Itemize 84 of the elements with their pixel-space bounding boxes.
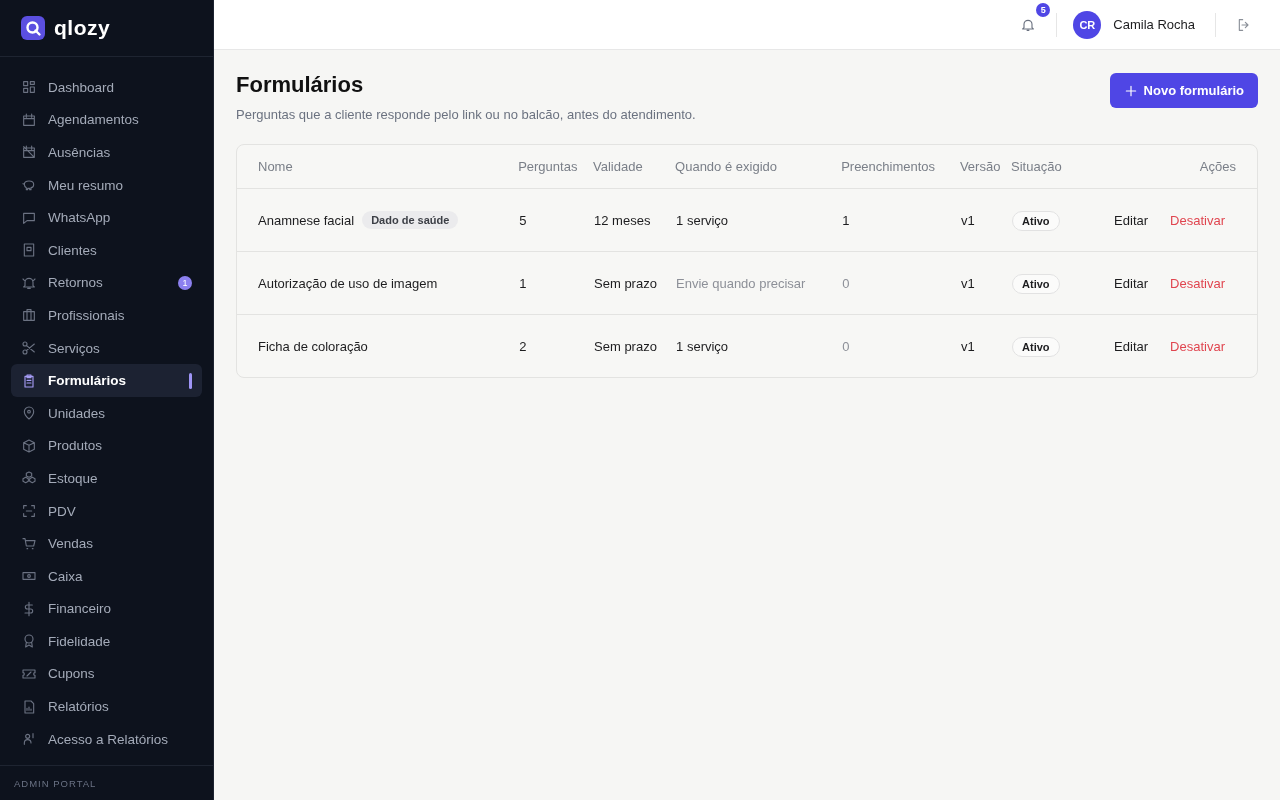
sidebar-item[interactable]: Unidades [11, 396, 202, 430]
user-avatar[interactable]: CR [1073, 10, 1102, 39]
page-title: Formulários [236, 72, 365, 98]
user-chart-icon [21, 731, 37, 748]
sidebar-item[interactable]: WhatsApp [11, 201, 202, 234]
table-cell: v1 [960, 212, 975, 228]
deactivate-link[interactable]: Desativar [1170, 338, 1225, 354]
map-pin-icon [21, 405, 37, 422]
table-cell: 0 [842, 338, 850, 354]
sidebar-item[interactable]: Agendamentos [11, 103, 202, 137]
table-cell: 1 [842, 212, 850, 228]
sidebar-item[interactable]: Ausências [11, 136, 202, 169]
column-header: Quando é exigido [675, 145, 842, 189]
table-cell: Sem prazo [594, 275, 657, 291]
logo-icon [21, 16, 45, 40]
table-cell: Sem prazo [594, 338, 657, 354]
deactivate-link[interactable]: Desativar [1170, 212, 1225, 228]
sidebar-item[interactable]: Financeiro [11, 592, 202, 626]
column-header: Nome [237, 145, 519, 189]
table-cell: 1 serviço [676, 212, 729, 228]
form-name: Anamnese facial [258, 212, 355, 228]
sidebar-item[interactable]: PDV [11, 494, 202, 528]
count-badge: 1 [178, 275, 192, 290]
page-subtitle: Perguntas que a cliente responde pelo link ou no balcão, antes do atendimento. [236, 107, 696, 122]
sidebar-item[interactable]: Produtos [11, 429, 202, 463]
column-header: Ações [1075, 145, 1257, 189]
table-cell: v1 [960, 275, 975, 291]
table-cell: 1 serviço [676, 338, 729, 354]
sidebar-item[interactable]: Acesso a Relatórios [11, 722, 202, 756]
table-cell: Envie quando precisar [676, 275, 806, 291]
sidebar-item[interactable]: Formulários [11, 364, 202, 397]
health-data-tag: Dado de saúde [362, 211, 459, 229]
briefcase-icon [21, 307, 37, 324]
deactivate-link[interactable]: Desativar [1170, 275, 1225, 291]
sidebar-item[interactable]: Retornos 1 [11, 266, 202, 300]
table-cell: 0 [842, 275, 850, 291]
logo-text: qlozy [54, 16, 111, 40]
column-header: Situação [1011, 145, 1075, 189]
form-name: Autorização de uso de imagem [258, 275, 438, 291]
table-cell: 12 meses [594, 212, 651, 228]
sidebar-item[interactable]: Dashboard [11, 71, 202, 104]
box-icon [21, 437, 37, 454]
ticket-icon [21, 666, 37, 682]
edit-link[interactable]: Editar [1114, 212, 1149, 228]
user-name: Camila Rocha [1113, 17, 1195, 32]
edit-link[interactable]: Editar [1114, 275, 1149, 291]
sidebar-item[interactable]: Meu resumo [11, 168, 202, 202]
contact-book-icon [21, 242, 37, 259]
sidebar-item[interactable]: Fidelidade [11, 625, 202, 658]
status-pill: Ativo [1012, 273, 1060, 294]
grid-icon [21, 79, 37, 96]
sidebar-item[interactable]: Profissionais [11, 299, 202, 332]
active-indicator [189, 372, 192, 389]
cart-icon [21, 535, 37, 552]
new-form-button[interactable]: Novo formulário [1109, 73, 1258, 108]
report-icon [21, 698, 37, 715]
notification-count: 5 [1036, 2, 1051, 17]
calendar-icon [21, 111, 37, 128]
sidebar-item[interactable]: Estoque [11, 462, 202, 495]
plus-icon [1123, 83, 1138, 98]
column-header: Versão [959, 145, 1012, 189]
portal-label: ADMIN PORTAL [14, 777, 97, 789]
status-pill: Ativo [1012, 210, 1060, 231]
scissors-icon [21, 340, 37, 357]
column-header: Validade [593, 145, 676, 189]
sidebar-item[interactable]: Cupons [11, 657, 202, 691]
status-pill: Ativo [1012, 336, 1060, 357]
table-cell: 1 [519, 275, 527, 291]
table-cell: 2 [519, 338, 527, 354]
form-name: Ficha de coloração [258, 338, 368, 354]
sidebar-item[interactable]: Serviços [11, 331, 202, 365]
sidebar-item[interactable]: Clientes [11, 233, 202, 267]
calendar-off-icon [21, 144, 37, 161]
award-icon [21, 633, 37, 650]
sidebar-item[interactable]: Vendas [11, 527, 202, 560]
table-cell: v1 [960, 338, 975, 354]
table-cell: 5 [519, 212, 527, 228]
scan-icon [21, 503, 37, 519]
column-header: Perguntas [518, 145, 594, 189]
column-header: Preenchimentos [841, 145, 960, 189]
sidebar-item[interactable]: Relatórios [11, 690, 202, 723]
clipboard-icon [21, 372, 37, 389]
edit-link[interactable]: Editar [1114, 338, 1149, 354]
sidebar-item[interactable]: Caixa [11, 559, 202, 593]
